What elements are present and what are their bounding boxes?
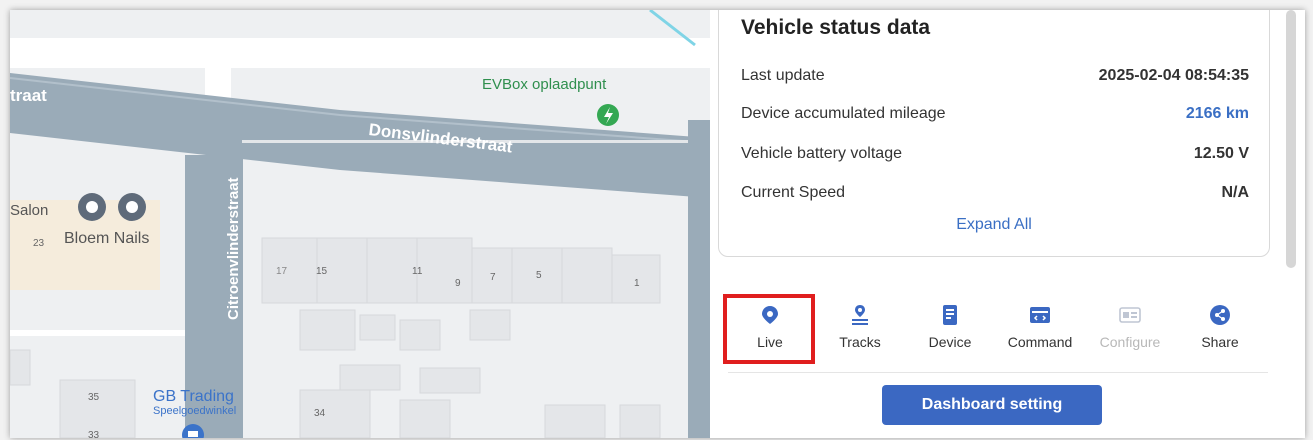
row-label: Device accumulated mileage xyxy=(741,105,946,122)
row-current-speed: Current Speed N/A xyxy=(741,184,1249,202)
map-label-11: 11 xyxy=(412,266,423,277)
row-value: 2166 km xyxy=(1185,105,1249,122)
tab-live[interactable]: Live xyxy=(723,294,815,364)
map-label-15: 15 xyxy=(316,266,328,277)
map-label-street: traat xyxy=(10,86,47,105)
map-label-citroenvlinderstraat: Citroenvlinderstraat xyxy=(225,177,242,320)
row-label: Last update xyxy=(741,67,825,84)
map-view[interactable]: traat Donsvlinderstraat Citroenvlinderst… xyxy=(10,10,710,438)
row-mileage: Device accumulated mileage 2166 km xyxy=(741,105,1249,123)
row-battery-voltage: Vehicle battery voltage 12.50 V xyxy=(741,145,1249,163)
toolbar-divider xyxy=(728,372,1268,373)
map-label-35: 35 xyxy=(88,392,100,403)
map-label-gb-trading: GB Trading xyxy=(153,388,234,405)
app-window: traat Donsvlinderstraat Citroenvlinderst… xyxy=(10,10,1305,438)
tab-label: Device xyxy=(928,334,972,350)
map-label-evbox: EVBox oplaadpunt xyxy=(482,76,607,93)
map-label-5: 5 xyxy=(536,270,542,281)
share-icon xyxy=(1210,305,1230,325)
tab-label: Tracks xyxy=(839,334,881,350)
map-label-17: 17 xyxy=(276,266,288,277)
vehicle-status-card: Vehicle status data Last update 2025-02-… xyxy=(718,10,1270,257)
row-value: 2025-02-04 08:54:35 xyxy=(1098,67,1249,84)
row-last-update: Last update 2025-02-04 08:54:35 xyxy=(741,67,1249,85)
command-icon xyxy=(1030,307,1050,323)
map-label-speelgoedwinkel: Speelgoedwinkel xyxy=(153,405,237,417)
live-highlight-box xyxy=(723,294,815,364)
vehicle-toolbar: Live Tracks Device Command Configure Sha… xyxy=(723,294,1260,364)
map-label-salon: Salon xyxy=(10,202,49,219)
configure-icon xyxy=(1119,307,1141,323)
tab-command[interactable]: Command xyxy=(1000,294,1080,364)
map-label-23: 23 xyxy=(33,238,45,249)
tab-label: Command xyxy=(1007,334,1073,350)
device-doc-icon xyxy=(943,305,957,325)
tab-label: Share xyxy=(1201,334,1239,350)
map-label-9: 9 xyxy=(455,278,461,289)
dashboard-setting-button[interactable]: Dashboard setting xyxy=(882,385,1102,425)
tracks-route-icon xyxy=(852,305,868,325)
bloem-nails-pin-icon[interactable] xyxy=(118,193,146,221)
tab-device[interactable]: Device xyxy=(910,294,990,364)
row-label: Vehicle battery voltage xyxy=(741,145,902,162)
panel-scrollbar[interactable] xyxy=(1286,10,1296,268)
card-title: Vehicle status data xyxy=(741,16,931,39)
tab-tracks[interactable]: Tracks xyxy=(820,294,900,364)
expand-all-link[interactable]: Expand All xyxy=(719,216,1269,234)
row-value: N/A xyxy=(1221,184,1249,201)
tab-share[interactable]: Share xyxy=(1180,294,1260,364)
salon-pin-icon[interactable] xyxy=(78,193,106,221)
map-label-1: 1 xyxy=(634,278,640,289)
tab-configure[interactable]: Configure xyxy=(1090,294,1170,364)
tab-label: Configure xyxy=(1099,334,1161,350)
map-label-33: 33 xyxy=(88,430,100,438)
row-label: Current Speed xyxy=(741,184,846,201)
map-label-7: 7 xyxy=(490,272,496,283)
row-value: 12.50 V xyxy=(1193,145,1249,162)
map-label-34: 34 xyxy=(314,408,326,419)
vehicle-panel: Vehicle status data Last update 2025-02-… xyxy=(710,10,1305,438)
map-canvas[interactable] xyxy=(10,10,710,438)
map-label-bloem-nails: Bloem Nails xyxy=(64,230,150,247)
